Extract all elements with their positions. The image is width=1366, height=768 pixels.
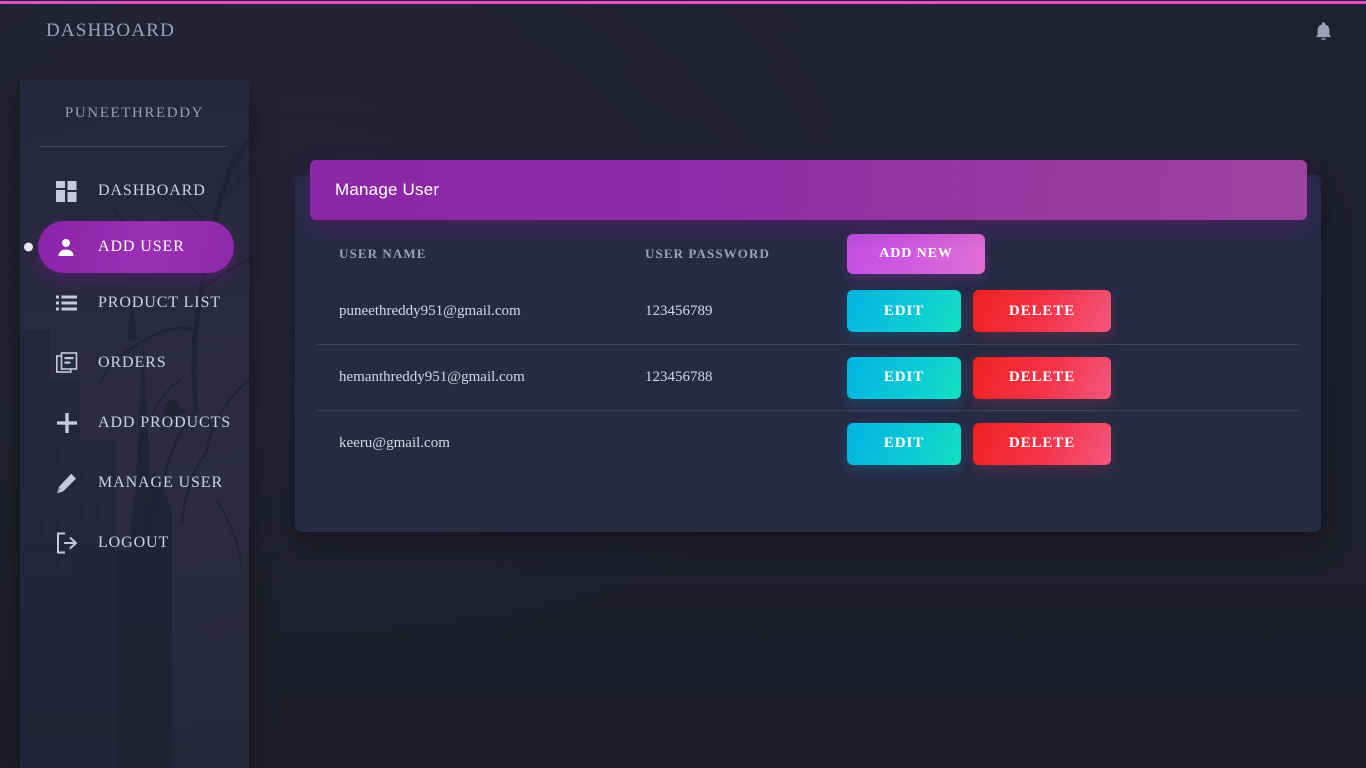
sidebar-item-manage-user[interactable]: MANAGE USER	[20, 453, 249, 513]
card-header: Manage User	[310, 160, 1307, 220]
edit-button[interactable]: EDIT	[847, 422, 961, 465]
sidebar-item-orders[interactable]: ORDERS	[20, 333, 249, 393]
manage-user-card: USER NAME USER PASSWORD ADD NEW puneethr…	[295, 175, 1321, 532]
sidebar-item-label: ORDERS	[98, 354, 167, 371]
sidebar-item-label: ADD USER	[98, 238, 185, 255]
column-header-user-name: USER NAME	[339, 246, 427, 261]
delete-button[interactable]: DELETE	[973, 290, 1111, 332]
cell-user-password: 123456789	[645, 302, 713, 319]
topbar: DASHBOARD	[0, 4, 1366, 58]
pencil-icon	[56, 473, 82, 494]
column-header-user-password: USER PASSWORD	[645, 246, 770, 261]
cell-user-name: puneethreddy951@gmail.com	[339, 302, 521, 319]
grid-icon	[56, 180, 82, 202]
logout-icon	[56, 532, 82, 554]
table-header-actions: ADD NEW	[847, 234, 1299, 274]
row-actions: EDIT DELETE	[847, 356, 1299, 399]
edit-button[interactable]: EDIT	[847, 356, 961, 399]
app-root: DASHBOARD PUNEETHREDDY DASHBOARD ADD USE…	[0, 0, 1366, 768]
sidebar-item-dashboard[interactable]: DASHBOARD	[20, 161, 249, 221]
delete-button[interactable]: DELETE	[973, 422, 1111, 465]
sidebar-item-label: MANAGE USER	[98, 474, 224, 491]
table-row: puneethreddy951@gmail.com 123456789 EDIT…	[317, 278, 1299, 344]
sidebar-item-product-list[interactable]: PRODUCT LIST	[20, 273, 249, 333]
user-icon	[56, 237, 82, 257]
sidebar-item-label: ADD PRODUCTS	[98, 414, 232, 431]
user-table: USER NAME USER PASSWORD ADD NEW puneethr…	[295, 230, 1321, 476]
sidebar-item-add-products[interactable]: ADD PRODUCTS	[20, 393, 249, 453]
cell-user-password: 123456788	[645, 369, 713, 385]
documents-icon	[56, 352, 82, 374]
sidebar-nav: DASHBOARD ADD USER PRODUCT LIST ORDERS A…	[20, 147, 249, 573]
table-row: keeru@gmail.com EDIT DELETE	[317, 410, 1299, 476]
row-actions: EDIT DELETE	[847, 422, 1299, 465]
edit-button[interactable]: EDIT	[847, 290, 961, 332]
sidebar-item-add-user[interactable]: ADD USER	[24, 221, 234, 273]
page-title: DASHBOARD	[46, 20, 176, 41]
card-header-title: Manage User	[335, 180, 440, 199]
cell-user-name: keeru@gmail.com	[339, 435, 450, 451]
sidebar-item-label: PRODUCT LIST	[98, 294, 221, 311]
active-indicator-dot	[24, 242, 33, 252]
bell-icon[interactable]	[1308, 16, 1338, 46]
sidebar-item-label: LOGOUT	[98, 534, 170, 551]
sidebar: PUNEETHREDDY DASHBOARD ADD USER PRODUCT …	[20, 80, 249, 768]
plus-icon	[56, 412, 82, 434]
delete-button[interactable]: DELETE	[973, 356, 1111, 399]
row-actions: EDIT DELETE	[847, 290, 1299, 332]
cell-user-name: hemanthreddy951@gmail.com	[339, 369, 525, 385]
table-header-row: USER NAME USER PASSWORD ADD NEW	[317, 230, 1299, 278]
sidebar-brand: PUNEETHREDDY	[64, 104, 205, 121]
table-row: hemanthreddy951@gmail.com 123456788 EDIT…	[317, 344, 1299, 410]
sidebar-item-label: DASHBOARD	[98, 182, 206, 199]
sidebar-item-logout[interactable]: LOGOUT	[20, 513, 249, 573]
list-icon	[56, 295, 82, 311]
add-new-button[interactable]: ADD NEW	[847, 234, 985, 274]
